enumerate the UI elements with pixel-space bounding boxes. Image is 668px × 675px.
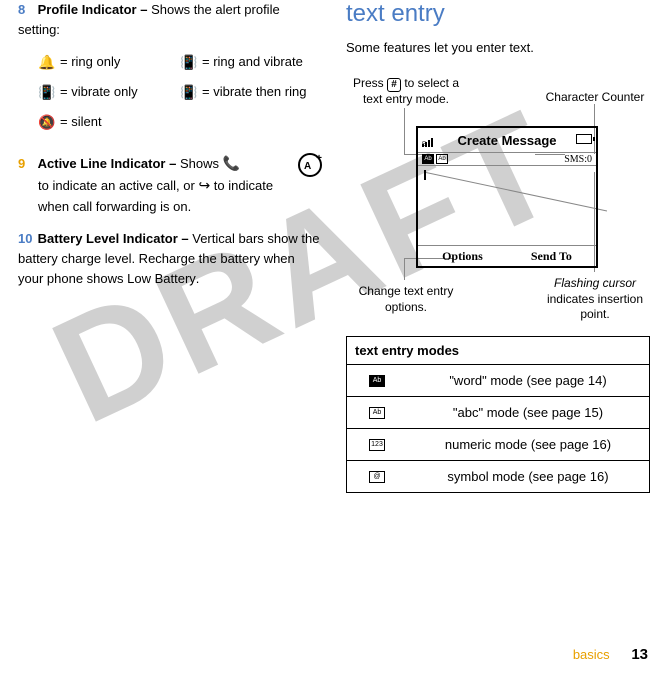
low-battery-text: Low Battery bbox=[127, 271, 196, 286]
footer-section: basics bbox=[573, 647, 610, 662]
symbol-mode-icon: @ bbox=[369, 471, 385, 483]
softkey-row: Options Send To bbox=[418, 245, 596, 267]
text-entry-sub: Some features let you enter text. bbox=[346, 38, 650, 58]
line-change bbox=[404, 258, 405, 280]
item-10: 10 Battery Level Indicator – Vertical ba… bbox=[18, 229, 322, 289]
vibrate-only-label: = vibrate only bbox=[60, 82, 138, 102]
vibrate-only-icon: 📳 bbox=[38, 82, 54, 104]
page-footer: basics 13 bbox=[573, 646, 648, 663]
screen-status-bar: E Create Message bbox=[418, 128, 596, 152]
item-10-title: Battery Level Indicator – bbox=[38, 231, 189, 246]
ann-cursor-rest: indicates insertion point. bbox=[547, 292, 643, 322]
profile-vibrate-only: 📳 = vibrate only bbox=[38, 82, 180, 104]
numeric-mode-icon: 123 bbox=[369, 439, 385, 451]
ann-cursor-italic: Flashing cursor bbox=[554, 276, 636, 290]
profile-ring-vibrate: 📳 = ring and vibrate bbox=[180, 52, 322, 74]
cursor-icon bbox=[424, 170, 426, 180]
table-row: Ab "abc" mode (see page 15) bbox=[347, 397, 649, 429]
ann-cursor: Flashing cursor indicates insertion poin… bbox=[540, 276, 650, 323]
profile-ring-only: 🔔 = ring only bbox=[38, 52, 180, 74]
item-10-number: 10 bbox=[18, 229, 34, 249]
item-8: 8 Profile Indicator – Shows the alert pr… bbox=[18, 0, 322, 40]
ann-change: Change text entry options. bbox=[346, 284, 466, 315]
active-call-icon: 📞 bbox=[223, 155, 240, 171]
vibrate-ring-icon: 📳 bbox=[180, 82, 196, 104]
sms-counter: SMS:0 bbox=[564, 154, 592, 165]
left-column: 8 Profile Indicator – Shows the alert pr… bbox=[18, 0, 322, 493]
battery-icon bbox=[576, 134, 592, 144]
item-9: A 9 Active Line Indicator – Shows 📞 to i… bbox=[18, 153, 322, 217]
network-icon: E bbox=[422, 142, 426, 148]
footer-page-number: 13 bbox=[631, 646, 648, 663]
mode-row: Ab Ab SMS:0 bbox=[418, 152, 596, 166]
profile-vibrate-ring: 📳 = vibrate then ring bbox=[180, 82, 322, 104]
silent-icon: 🔕 bbox=[38, 112, 54, 134]
right-softkey: Send To bbox=[531, 249, 572, 264]
symbol-mode-text: symbol mode (see page 16) bbox=[407, 461, 649, 492]
screen-title: Create Message bbox=[458, 133, 557, 148]
text-entry-diagram: Press # to select a text entry mode. Cha… bbox=[346, 76, 650, 336]
silent-label: = silent bbox=[60, 112, 102, 132]
ann-press: Press # to select a text entry mode. bbox=[346, 76, 466, 108]
right-column: text entry Some features let you enter t… bbox=[346, 0, 650, 493]
line-press bbox=[404, 108, 405, 154]
ring-vibrate-icon: 📳 bbox=[180, 52, 196, 74]
text-entry-heading: text entry bbox=[346, 0, 650, 28]
ring-only-label: = ring only bbox=[60, 52, 120, 72]
ring-vibrate-label: = ring and vibrate bbox=[202, 52, 303, 72]
vibrate-ring-label: = vibrate then ring bbox=[202, 82, 306, 102]
abc-mode-text: "abc" mode (see page 15) bbox=[407, 397, 649, 428]
item-9-desc1: Shows bbox=[180, 156, 219, 171]
word-mode-icon: Ab bbox=[369, 375, 385, 387]
text-entry-modes-table: text entry modes Ab "word" mode (see pag… bbox=[346, 336, 650, 493]
hash-key-icon: # bbox=[387, 78, 401, 92]
table-row: 123 numeric mode (see page 16) bbox=[347, 429, 649, 461]
profile-silent: 🔕 = silent bbox=[38, 112, 180, 134]
numeric-mode-text: numeric mode (see page 16) bbox=[407, 429, 649, 460]
table-row: @ symbol mode (see page 16) bbox=[347, 461, 649, 492]
mode-word-icon: Ab bbox=[422, 154, 434, 164]
mode-abc-icon: Ab bbox=[436, 154, 448, 164]
table-row: Ab "word" mode (see page 14) bbox=[347, 365, 649, 397]
ring-only-icon: 🔔 bbox=[38, 52, 54, 74]
ann-press-1: Press bbox=[353, 76, 384, 90]
left-softkey: Options bbox=[442, 249, 483, 264]
item-8-number: 8 bbox=[18, 0, 34, 20]
item-9-desc2: to indicate an active call, or bbox=[38, 178, 195, 193]
call-forward-icon: ↪ bbox=[198, 177, 210, 193]
profile-icon-grid: 🔔 = ring only 📳 = ring and vibrate 📳 = v… bbox=[18, 52, 322, 141]
text-area bbox=[418, 166, 596, 245]
item-9-title: Active Line Indicator – bbox=[38, 156, 177, 171]
word-mode-text: "word" mode (see page 14) bbox=[407, 365, 649, 396]
phone-screen: E Create Message Ab Ab SMS:0 Options S bbox=[416, 126, 598, 268]
abc-mode-icon: Ab bbox=[369, 407, 385, 419]
active-line-badge-icon: A bbox=[298, 153, 322, 177]
item-9-number: 9 bbox=[18, 154, 34, 174]
table-head: text entry modes bbox=[347, 337, 649, 365]
item-8-title: Profile Indicator – bbox=[38, 2, 148, 17]
ann-counter: Character Counter bbox=[540, 90, 650, 106]
